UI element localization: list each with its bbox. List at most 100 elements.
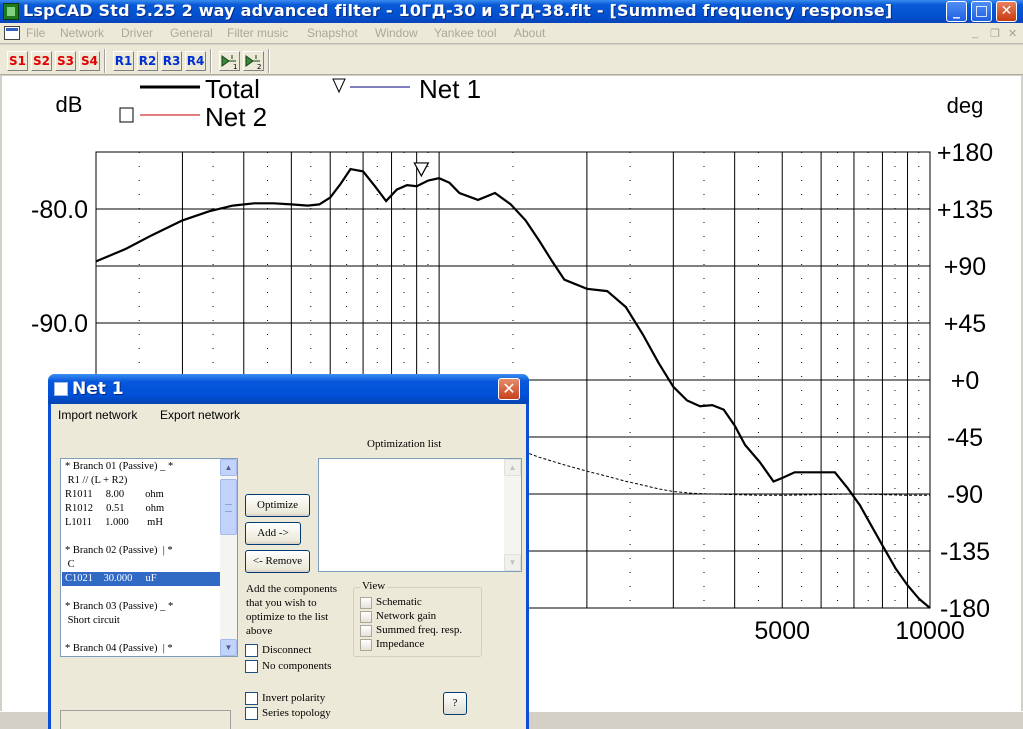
branch-list-item[interactable]: R1011 8.00 ohm <box>65 489 164 500</box>
document-icon[interactable] <box>4 26 20 40</box>
branch-list-item[interactable]: L1011 1.000 mH <box>65 517 163 528</box>
view-groupbox: View Schematic Network gain Summed freq.… <box>353 580 482 657</box>
mdi-minimize-icon[interactable]: _ <box>972 27 978 39</box>
optimization-listbox[interactable]: ▲ ▼ <box>318 458 522 572</box>
disconnect-checkbox[interactable] <box>245 644 258 657</box>
menu-general[interactable]: General <box>170 26 213 40</box>
branch-list-item[interactable]: * Branch 01 (Passive) _ * <box>65 461 173 472</box>
series-topology-label: Series topology <box>262 707 331 719</box>
invert-polarity-checkbox[interactable] <box>245 692 258 705</box>
optimization-list-caption: Optimization list <box>367 438 442 450</box>
toolbar-s1-button[interactable]: S1 <box>7 51 28 71</box>
legend-net1-label: Net 1 <box>419 76 481 104</box>
toolbar-r3-button[interactable]: R3 <box>161 51 182 71</box>
menu-file[interactable]: File <box>26 26 45 40</box>
net1-dialog[interactable]: Net 1 ✕ Import network Export network * … <box>48 374 529 729</box>
dialog-close-button[interactable]: ✕ <box>498 378 520 400</box>
scroll-up-icon[interactable]: ▲ <box>220 459 237 476</box>
dialog-menu-import-network[interactable]: Import network <box>58 408 137 422</box>
branch-list-item[interactable]: * Branch 02 (Passive) | * <box>65 545 173 556</box>
help-button[interactable]: ? <box>443 692 467 715</box>
view-group-label: View <box>360 580 388 592</box>
y2-axis-label: deg <box>947 93 984 118</box>
view-summed-freq-resp-label: Summed freq. resp. <box>376 624 463 636</box>
legend-total-label: Total <box>205 76 260 104</box>
view-summed-freq-resp-button[interactable] <box>360 625 372 637</box>
view-impedance-button[interactable] <box>360 639 372 651</box>
x-tick-label: 10000 <box>895 617 965 645</box>
menu-driver[interactable]: Driver <box>121 26 153 40</box>
branch-list-item[interactable]: * Branch 03 (Passive) _ * <box>65 601 173 612</box>
scroll-thumb[interactable] <box>220 479 237 535</box>
branch-list-item[interactable]: C <box>65 559 75 570</box>
dialog-window-icon <box>54 382 68 396</box>
branch-list-scrollbar[interactable]: ▲ ▼ <box>220 459 237 656</box>
maximize-button[interactable]: □ <box>971 1 992 22</box>
branch-list-item[interactable]: Short circuit <box>65 615 120 626</box>
menu-network[interactable]: Network <box>60 26 104 40</box>
y2-tick-label: -135 <box>940 538 990 566</box>
view-network-gain-button[interactable] <box>360 611 372 623</box>
dialog-title: Net 1 <box>72 379 124 399</box>
optimization-list-scrollbar[interactable]: ▲ ▼ <box>504 459 521 571</box>
menu-snapshot[interactable]: Snapshot <box>307 26 358 40</box>
branch-list-item[interactable]: * Branch 04 (Passive) | * <box>65 643 173 654</box>
toolbar-s3-button[interactable]: S3 <box>55 51 76 71</box>
optimize-button[interactable]: Optimize <box>245 494 310 517</box>
no-components-checkbox[interactable] <box>245 660 258 673</box>
branch-list-item[interactable]: R1012 0.51 ohm <box>65 503 164 514</box>
add-button[interactable]: Add -> <box>245 522 301 545</box>
toolbar-separator <box>210 49 212 73</box>
view-schematic-button[interactable] <box>360 597 372 609</box>
mdi-restore-icon[interactable]: ❐ <box>990 27 1000 40</box>
legend-net2-square-icon <box>119 107 134 123</box>
net2-label: 2 <box>257 63 261 70</box>
series-topology-checkbox[interactable] <box>245 707 258 720</box>
legend-net1-triangle-icon <box>332 78 346 94</box>
optimization-hint-text: Add the components that you wish to opti… <box>246 583 338 637</box>
dialog-bottom-panel <box>60 710 231 729</box>
toolbar-separator <box>104 49 106 73</box>
toolbar-net2-button[interactable]: 2 <box>243 51 264 71</box>
toolbar: S1 S2 S3 S4 R1 R2 R3 R4 1 2 <box>0 45 1023 75</box>
menu-window[interactable]: Window <box>375 26 418 40</box>
mdi-close-icon[interactable]: ✕ <box>1008 27 1017 40</box>
toolbar-r1-button[interactable]: R1 <box>113 51 134 71</box>
title-bar[interactable]: LspCAD Std 5.25 2 way advanced filter - … <box>0 0 1023 23</box>
y-axis-label: dB <box>56 92 83 117</box>
app-icon[interactable] <box>3 3 19 20</box>
scroll-down-icon[interactable]: ▼ <box>220 639 237 656</box>
y2-tick-label: +180 <box>937 139 993 167</box>
disconnect-label: Disconnect <box>262 644 312 656</box>
close-button[interactable]: ✕ <box>996 1 1017 22</box>
toolbar-s4-button[interactable]: S4 <box>79 51 100 71</box>
branch-list-item[interactable]: R1 // (L + R2) <box>65 475 128 486</box>
remove-button[interactable]: <- Remove <box>245 550 310 573</box>
toolbar-r2-button[interactable]: R2 <box>137 51 158 71</box>
view-impedance-label: Impedance <box>376 638 425 650</box>
y2-tick-label: -45 <box>947 424 983 452</box>
toolbar-net1-button[interactable]: 1 <box>219 51 240 71</box>
branch-listbox[interactable]: * Branch 01 (Passive) _ * R1 // (L + R2)… <box>60 458 238 657</box>
minimize-button[interactable]: _ <box>946 1 967 22</box>
network-icon: 1 <box>221 55 237 71</box>
scroll-down-icon: ▼ <box>504 554 521 571</box>
branch-list-item[interactable]: C1021 30.000 uF <box>65 573 157 584</box>
net1-label: 1 <box>233 63 237 70</box>
view-schematic-label: Schematic <box>376 596 422 608</box>
y-tick-label: -80.0 <box>31 196 88 224</box>
menu-about[interactable]: About <box>514 26 545 40</box>
y-tick-label: -90.0 <box>31 310 88 338</box>
menu-filter-music[interactable]: Filter music <box>227 26 288 40</box>
dialog-menu-export-network[interactable]: Export network <box>160 408 240 422</box>
network-icon: 2 <box>245 55 261 71</box>
x-tick-label: 5000 <box>754 617 810 645</box>
view-network-gain-label: Network gain <box>376 610 437 622</box>
toolbar-s2-button[interactable]: S2 <box>31 51 52 71</box>
legend-net2-label: Net 2 <box>205 102 267 132</box>
toolbar-r4-button[interactable]: R4 <box>185 51 206 71</box>
menu-yankee-tool[interactable]: Yankee tool <box>434 26 497 40</box>
y2-tick-label: -90 <box>947 481 983 509</box>
y2-tick-label: +0 <box>951 367 980 395</box>
dialog-title-bar[interactable]: Net 1 ✕ <box>48 374 529 404</box>
